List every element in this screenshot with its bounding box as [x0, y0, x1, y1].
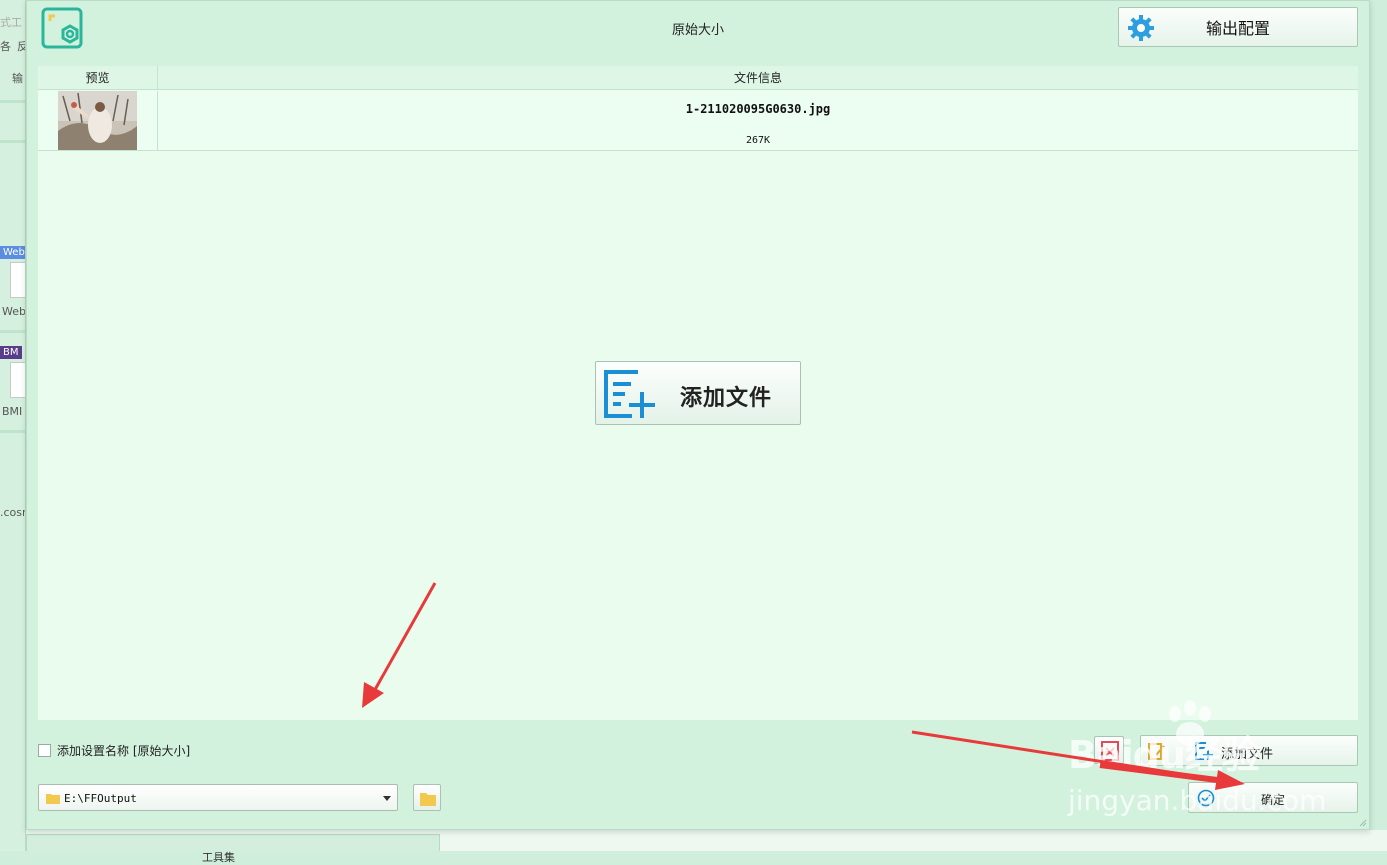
file-list[interactable]: 预览 文件信息 1-211020095G0630.jpg 267K 添加文件: [38, 66, 1358, 720]
ok-button-label: 确定: [1260, 793, 1285, 807]
bg-menu-fragment: 反: [17, 38, 25, 54]
remove-file-icon: [1101, 741, 1119, 761]
add-file-button[interactable]: 添加文件: [1140, 735, 1358, 766]
add-setting-name-checkbox[interactable]: [38, 744, 51, 757]
add-setting-name-option[interactable]: 添加设置名称 [原始大小]: [38, 742, 190, 759]
bg-webp-badge: Web: [0, 246, 25, 259]
bg-cosm-label: .cosm: [0, 506, 25, 519]
file-list-header: 预览 文件信息: [38, 66, 1358, 90]
bg-title-fragment: 式工: [0, 16, 22, 29]
preview-cell: [38, 91, 158, 150]
bg-divider: [0, 430, 25, 433]
output-dialog: 原始大小 输出配置 预览 文件信息 1-211020095G0630.jpg 2…: [26, 0, 1370, 830]
chevron-down-icon: [383, 796, 391, 801]
table-row[interactable]: 1-211020095G0630.jpg 267K: [38, 91, 1358, 151]
add-file-button-large[interactable]: 添加文件: [595, 361, 801, 425]
bg-toolbar-fragment: 输: [12, 72, 23, 85]
bg-bottom-tab-label: 工具集: [202, 851, 235, 864]
bg-menu-fragment: 各: [0, 40, 11, 53]
background-bottom-panel: 工具集: [26, 830, 1387, 864]
browse-folder-button[interactable]: [413, 784, 441, 811]
column-header-preview: 预览: [38, 66, 158, 90]
output-config-button[interactable]: 输出配置: [1118, 7, 1358, 47]
add-file-small-label: 添加文件: [1221, 747, 1274, 762]
add-setting-name-label: 添加设置名称 [原始大小]: [57, 744, 191, 758]
column-header-file-info: 文件信息: [733, 71, 782, 85]
bg-webp-label: Web: [2, 305, 26, 318]
bg-bmp-badge: BM: [0, 346, 22, 359]
folder-icon: [46, 794, 60, 804]
output-path-value: E:\FFOutput: [64, 792, 137, 805]
bg-divider: [0, 140, 25, 143]
output-path-select[interactable]: E:\FFOutput: [38, 784, 398, 811]
ok-button[interactable]: 确定: [1188, 782, 1358, 813]
bg-divider: [0, 100, 25, 103]
file-size: 267K: [745, 135, 771, 146]
bg-divider: [0, 330, 25, 333]
image-thumbnail: [58, 91, 137, 150]
resize-grip-icon[interactable]: [1357, 817, 1367, 827]
bg-format-card: [10, 362, 25, 398]
remove-file-button[interactable]: [1094, 736, 1124, 764]
file-name: 1-211020095G0630.jpg: [685, 102, 831, 116]
bg-bmp-label: BMI: [2, 405, 23, 418]
bg-format-card: [10, 262, 25, 298]
add-file-large-label: 添加文件: [680, 385, 773, 411]
gear-icon: [1128, 15, 1154, 41]
open-folder-icon: [420, 793, 436, 806]
bg-bottom-tab: 工具集: [26, 834, 440, 864]
add-file-icon: [604, 370, 655, 418]
background-main-window: 式工 各 反 输 Web Web BM BMI .cosm: [0, 0, 26, 851]
